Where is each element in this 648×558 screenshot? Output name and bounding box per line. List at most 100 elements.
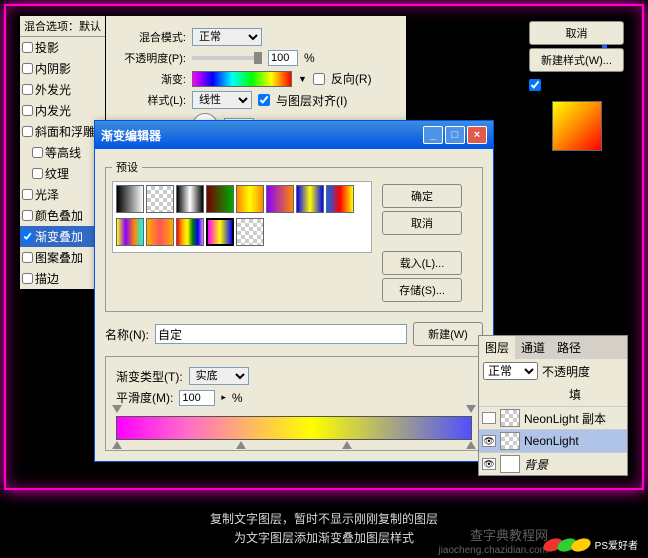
layer-name: 背景 (524, 456, 548, 473)
blend-item-texture[interactable]: 纹理 (20, 163, 105, 184)
name-input[interactable] (155, 324, 407, 344)
minimize-icon[interactable]: _ (423, 126, 443, 144)
check-satin[interactable] (22, 189, 33, 200)
style-label: 样式(L): (116, 92, 186, 108)
layer-thumb (500, 432, 520, 450)
close-icon[interactable]: × (467, 126, 487, 144)
preset-swatch[interactable] (296, 185, 324, 213)
reverse-checkbox[interactable] (313, 73, 325, 85)
preset-swatch[interactable] (236, 185, 264, 213)
blend-mode-select[interactable]: 正常 (192, 28, 262, 46)
blend-mode-label: 混合模式: (116, 29, 186, 45)
new-style-button[interactable]: 新建样式(W)... (529, 48, 624, 72)
cancel-button-2[interactable]: 取消 (382, 211, 462, 235)
check-bevel[interactable] (22, 126, 33, 137)
style-preview-swatch (552, 101, 602, 151)
dialog-right-buttons: 取消 新建样式(W)... 预览(V) (529, 18, 624, 157)
preset-swatch-selected[interactable] (206, 218, 234, 246)
blend-item-color-overlay[interactable]: 颜色叠加 (20, 205, 105, 226)
gradient-edit-fieldset: 渐变类型(T):实底 平滑度(M):▸% (105, 356, 483, 451)
cancel-button[interactable]: 取消 (529, 21, 624, 45)
opacity-stop[interactable] (112, 405, 122, 415)
layer-row[interactable]: NeonLight 副本 (479, 406, 627, 429)
preset-swatch[interactable] (146, 185, 174, 213)
gradient-ramp[interactable] (116, 416, 472, 440)
gradient-preview-bar[interactable] (192, 71, 292, 87)
check-inner-glow[interactable] (22, 105, 33, 116)
gradient-editor-dialog: 渐变编辑器 _ □ × 预设 确定 (94, 120, 494, 462)
check-stroke[interactable] (22, 273, 33, 284)
layers-panel: 图层 通道 路径 正常 不透明度 填 NeonLight 副本 👁 NeonLi… (478, 335, 628, 476)
blend-item-drop-shadow[interactable]: 投影 (20, 37, 105, 58)
visibility-icon[interactable]: 👁 (482, 435, 496, 447)
check-contour[interactable] (32, 147, 43, 158)
preview-checkbox[interactable] (529, 79, 541, 91)
watermark-url: jiaocheng.chazidian.com (438, 545, 548, 556)
blend-item-gradient-overlay[interactable]: 渐变叠加 (20, 226, 105, 247)
blend-item-inner-shadow[interactable]: 内阴影 (20, 58, 105, 79)
blend-item-pattern-overlay[interactable]: 图案叠加 (20, 247, 105, 268)
new-button[interactable]: 新建(W) (413, 322, 483, 346)
blend-item-inner-glow[interactable]: 内发光 (20, 100, 105, 121)
preset-swatch[interactable] (206, 185, 234, 213)
visibility-icon[interactable] (482, 412, 496, 424)
preset-swatch[interactable] (176, 185, 204, 213)
preset-swatch[interactable] (146, 218, 174, 246)
preset-swatch[interactable] (116, 185, 144, 213)
check-drop-shadow[interactable] (22, 42, 33, 53)
check-texture[interactable] (32, 168, 43, 179)
layer-thumb (500, 409, 520, 427)
layer-row[interactable]: 👁 背景 (479, 452, 627, 475)
maximize-icon[interactable]: □ (445, 126, 465, 144)
color-stop[interactable] (342, 441, 352, 451)
name-label: 名称(N): (105, 326, 149, 343)
preset-swatch[interactable] (326, 185, 354, 213)
smoothness-input[interactable] (179, 390, 215, 406)
blend-panel-header: 混合选项：默认 (20, 16, 105, 37)
dialog-title: 渐变编辑器 (101, 127, 161, 144)
site-logo: PS爱好者 (543, 537, 638, 552)
layer-row[interactable]: 👁 NeonLight (479, 429, 627, 452)
style-select[interactable]: 线性 (192, 91, 252, 109)
color-stop[interactable] (236, 441, 246, 451)
blend-item-contour[interactable]: 等高线 (20, 142, 105, 163)
tab-paths[interactable]: 路径 (551, 336, 587, 359)
presets-fieldset: 预设 确定 取消 载入(L)... 存储(S)... (105, 159, 483, 312)
opacity-input[interactable] (268, 50, 298, 66)
layer-name: NeonLight (524, 434, 579, 448)
blend-item-stroke[interactable]: 描边 (20, 268, 105, 289)
layer-blend-select[interactable]: 正常 (483, 362, 538, 380)
dialog-titlebar[interactable]: 渐变编辑器 _ □ × (95, 121, 493, 149)
check-outer-glow[interactable] (22, 84, 33, 95)
align-checkbox[interactable] (258, 94, 270, 106)
save-button[interactable]: 存储(S)... (382, 278, 462, 302)
check-gradient-overlay[interactable] (22, 231, 33, 242)
check-inner-shadow[interactable] (22, 63, 33, 74)
presets-label: 预设 (112, 159, 142, 175)
preset-swatch[interactable] (176, 218, 204, 246)
layer-thumb (500, 455, 520, 473)
blend-item-satin[interactable]: 光泽 (20, 184, 105, 205)
gradient-label: 渐变: (116, 71, 186, 87)
tab-layers[interactable]: 图层 (479, 336, 515, 359)
visibility-icon[interactable]: 👁 (482, 458, 496, 470)
preset-swatch-grid[interactable] (112, 181, 372, 253)
check-pattern-overlay[interactable] (22, 252, 33, 263)
opacity-label: 不透明度(P): (116, 50, 186, 66)
layer-name: NeonLight 副本 (524, 410, 606, 427)
preset-swatch[interactable] (236, 218, 264, 246)
smoothness-label: 平滑度(M): (116, 389, 173, 406)
opacity-stop[interactable] (466, 405, 476, 415)
load-button[interactable]: 载入(L)... (382, 251, 462, 275)
watermark: 查字典教程网 (470, 525, 548, 544)
tab-channels[interactable]: 通道 (515, 336, 551, 359)
blend-item-outer-glow[interactable]: 外发光 (20, 79, 105, 100)
check-color-overlay[interactable] (22, 210, 33, 221)
color-stop[interactable] (466, 441, 476, 451)
blend-item-bevel[interactable]: 斜面和浮雕 (20, 121, 105, 142)
gradient-type-select[interactable]: 实底 (189, 367, 249, 385)
preset-swatch[interactable] (266, 185, 294, 213)
color-stop[interactable] (112, 441, 122, 451)
preset-swatch[interactable] (116, 218, 144, 246)
ok-button[interactable]: 确定 (382, 184, 462, 208)
